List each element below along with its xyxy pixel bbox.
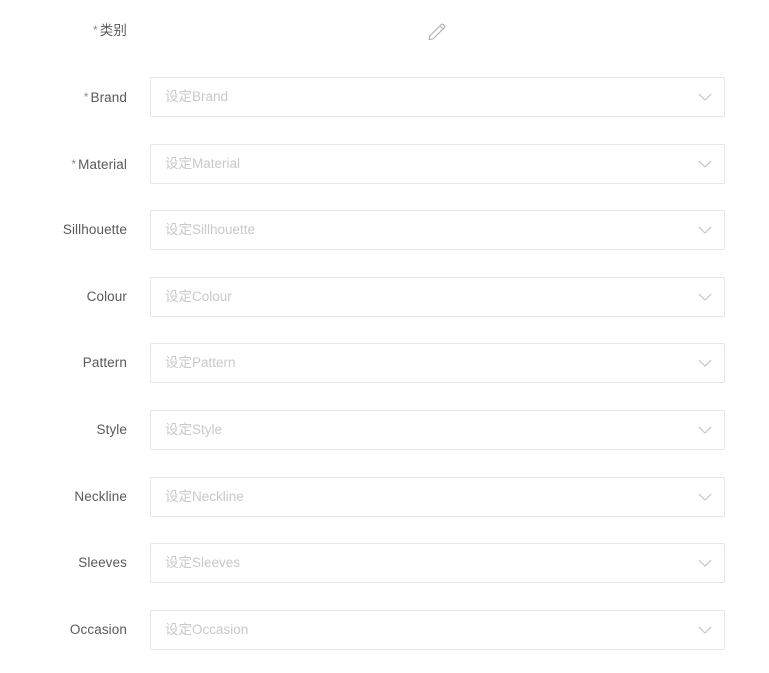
- form-row-sillhouette: Sillhouette 设定Sillhouette: [0, 210, 769, 250]
- style-label: Style: [0, 410, 127, 450]
- material-placeholder: 设定Material: [165, 156, 241, 171]
- pattern-label-text: Pattern: [82, 355, 127, 370]
- form-row-occasion: Occasion 设定Occasion: [0, 610, 769, 650]
- category-label: * 类别: [0, 10, 127, 50]
- chevron-down-icon[interactable]: [698, 624, 712, 636]
- style-placeholder: 设定Style: [165, 422, 223, 437]
- occasion-placeholder: 设定Occasion: [165, 622, 249, 637]
- chevron-down-icon[interactable]: [698, 158, 712, 170]
- form-row-brand: * Brand 设定Brand: [0, 77, 769, 117]
- pattern-label: Pattern: [0, 343, 127, 383]
- form-row-colour: Colour 设定Colour: [0, 277, 769, 317]
- brand-label: * Brand: [0, 77, 127, 117]
- form-row-style: Style 设定Style: [0, 410, 769, 450]
- chevron-down-icon[interactable]: [698, 491, 712, 503]
- colour-label-text: Colour: [86, 289, 127, 304]
- neckline-placeholder: 设定Neckline: [165, 489, 244, 504]
- chevron-down-icon[interactable]: [698, 557, 712, 569]
- required-marker: *: [93, 23, 98, 37]
- occasion-select[interactable]: 设定Occasion: [150, 610, 725, 650]
- material-select[interactable]: 设定Material: [150, 144, 725, 184]
- sillhouette-select[interactable]: 设定Sillhouette: [150, 210, 725, 250]
- material-label-text: Material: [78, 157, 127, 172]
- sleeves-label-text: Sleeves: [78, 555, 127, 570]
- sleeves-placeholder: 设定Sleeves: [165, 555, 241, 570]
- pencil-icon[interactable]: [424, 19, 450, 45]
- colour-label: Colour: [0, 277, 127, 317]
- brand-label-text: Brand: [90, 90, 127, 105]
- required-marker: *: [71, 157, 77, 171]
- form-row-neckline: Neckline 设定Neckline: [0, 477, 769, 517]
- chevron-down-icon[interactable]: [698, 91, 712, 103]
- pattern-select[interactable]: 设定Pattern: [150, 343, 725, 383]
- neckline-select[interactable]: 设定Neckline: [150, 477, 725, 517]
- sillhouette-label: Sillhouette: [0, 210, 127, 250]
- chevron-down-icon[interactable]: [698, 224, 712, 236]
- form-row-sleeves: Sleeves 设定Sleeves: [0, 543, 769, 583]
- form-row-pattern: Pattern 设定Pattern: [0, 343, 769, 383]
- sillhouette-placeholder: 设定Sillhouette: [165, 222, 256, 237]
- brand-placeholder: 设定Brand: [165, 89, 229, 104]
- occasion-label-text: Occasion: [69, 622, 127, 637]
- category-label-text: 类别: [99, 23, 127, 38]
- occasion-label: Occasion: [0, 610, 127, 650]
- chevron-down-icon[interactable]: [698, 357, 712, 369]
- product-attributes-form: * 类别 * Brand 设定Brand * Material 设定Material Sill…: [0, 0, 769, 673]
- sleeves-select[interactable]: 设定Sleeves: [150, 543, 725, 583]
- style-label-text: Style: [96, 422, 127, 437]
- material-label: * Material: [0, 144, 127, 184]
- chevron-down-icon[interactable]: [698, 291, 712, 303]
- brand-select[interactable]: 设定Brand: [150, 77, 725, 117]
- required-marker: *: [83, 90, 89, 104]
- sillhouette-label-text: Sillhouette: [62, 222, 127, 237]
- sleeves-label: Sleeves: [0, 543, 127, 583]
- pattern-placeholder: 设定Pattern: [165, 355, 236, 370]
- style-select[interactable]: 设定Style: [150, 410, 725, 450]
- form-row-material: * Material 设定Material: [0, 144, 769, 184]
- neckline-label-text: Neckline: [74, 489, 127, 504]
- colour-select[interactable]: 设定Colour: [150, 277, 725, 317]
- form-row-category: * 类别: [0, 10, 769, 50]
- neckline-label: Neckline: [0, 477, 127, 517]
- colour-placeholder: 设定Colour: [165, 289, 232, 304]
- chevron-down-icon[interactable]: [698, 424, 712, 436]
